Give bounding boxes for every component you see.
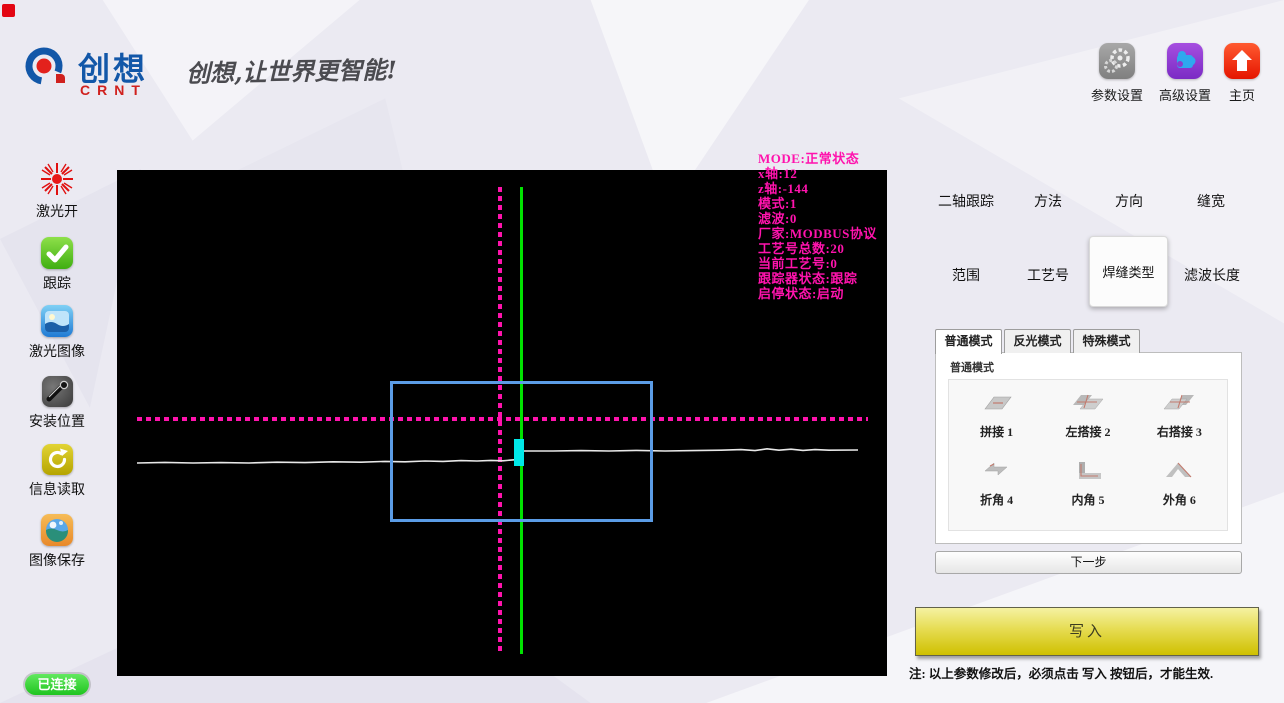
weld-type-box: 拼接 1 左搭接 2 右搭接 3 折角 4 内角 5 外角 6 <box>948 379 1228 531</box>
info-read-icon <box>41 444 73 475</box>
overlay-line: 跟踪器状态:跟踪 <box>758 271 858 286</box>
overlay-mode: MODE:正常状态 <box>758 151 860 166</box>
overlay-line: 厂家:MODBUS协议 <box>758 226 877 241</box>
sidebar-item-image-save[interactable]: 图像保存 <box>17 514 97 570</box>
sidebar-item-mount-position[interactable]: 安装位置 <box>17 376 97 431</box>
param-two-axis-tracking[interactable]: 二轴跟踪 <box>921 191 1011 211</box>
weld-type-left-lap[interactable]: 左搭接 2 <box>1042 390 1133 458</box>
weld-type-bend[interactable]: 折角 4 <box>951 458 1042 526</box>
weld-type-label: 内角 5 <box>1071 493 1105 507</box>
brand-logo <box>25 47 65 85</box>
connection-status-badge: 已连接 <box>25 674 89 695</box>
tab-special-mode[interactable]: 特殊模式 <box>1073 329 1140 353</box>
write-button[interactable]: 写入 <box>915 607 1259 656</box>
puzzle-icon <box>1167 43 1203 79</box>
inside-corner-icon <box>1078 462 1101 479</box>
butt-joint-icon <box>984 396 1012 410</box>
param-direction[interactable]: 方向 <box>1084 191 1174 211</box>
param-method[interactable]: 方法 <box>1003 191 1093 211</box>
recording-indicator <box>2 4 15 17</box>
brand-sub: CRNT <box>80 82 147 98</box>
param-process-number[interactable]: 工艺号 <box>1003 265 1093 285</box>
overlay-line: x轴:12 <box>758 166 798 181</box>
seam-feature-marker <box>514 439 524 466</box>
sidebar-label: 激光开 <box>36 203 78 219</box>
weld-type-label: 右搭接 3 <box>1156 425 1202 439</box>
mode-tab-bar: 普通模式 反光模式 特殊模式 <box>935 329 1142 354</box>
sidebar-item-info-read[interactable]: 信息读取 <box>17 444 97 499</box>
weld-type-label: 左搭接 2 <box>1065 425 1111 439</box>
sidebar-label: 激光图像 <box>29 343 85 359</box>
overlay-line: 滤波:0 <box>758 211 797 226</box>
right-lap-icon <box>1163 394 1195 410</box>
param-label: 焊缝类型 <box>1102 265 1155 280</box>
tab-reflective-mode[interactable]: 反光模式 <box>1004 329 1071 353</box>
laser-icon <box>39 161 75 197</box>
overlay-line: z轴:-144 <box>758 181 809 196</box>
write-note: 注: 以上参数修改后，必须点击 写入 按钮后，才能生效. <box>909 667 1214 681</box>
check-icon <box>41 237 73 269</box>
outside-corner-icon <box>1166 462 1192 478</box>
weld-type-label: 外角 6 <box>1162 493 1196 507</box>
sidebar-item-laser-image[interactable]: 激光图像 <box>17 305 97 361</box>
overlay-line: 启停状态:启动 <box>758 286 844 301</box>
nav-parameter-settings[interactable]: 参数设置 <box>1081 43 1153 104</box>
nav-label: 主页 <box>1228 88 1255 103</box>
tab-normal-mode[interactable]: 普通模式 <box>935 329 1002 354</box>
next-step-button[interactable]: 下一步 <box>935 551 1242 574</box>
status-overlay: MODE:正常状态 x轴:12 z轴:-144 模式:1 滤波:0 厂家:MOD… <box>758 151 898 301</box>
sidebar-label: 信息读取 <box>29 481 85 497</box>
param-seam-width[interactable]: 缝宽 <box>1166 191 1256 211</box>
weld-type-right-lap[interactable]: 右搭接 3 <box>1134 390 1225 458</box>
weld-type-inside-corner[interactable]: 内角 5 <box>1042 458 1133 526</box>
sidebar-item-tracking[interactable]: 跟踪 <box>17 237 97 293</box>
sidebar-label: 跟踪 <box>43 275 71 291</box>
left-lap-icon <box>1072 394 1104 410</box>
nav-label: 参数设置 <box>1090 88 1143 103</box>
image-save-icon <box>41 514 73 546</box>
nav-home[interactable]: 主页 <box>1206 43 1278 104</box>
param-weld-type-selected[interactable]: 焊缝类型 <box>1089 236 1168 307</box>
weld-type-outside-corner[interactable]: 外角 6 <box>1134 458 1225 526</box>
gear-icon <box>1099 43 1135 79</box>
param-filter-length[interactable]: 滤波长度 <box>1167 265 1257 285</box>
overlay-line: 工艺号总数:20 <box>758 241 845 256</box>
brand-slogan: 创想,让世界更智能! <box>185 55 398 88</box>
param-range[interactable]: 范围 <box>921 265 1011 285</box>
weld-type-butt-joint[interactable]: 拼接 1 <box>951 390 1042 458</box>
group-label: 普通模式 <box>950 362 994 374</box>
mount-position-icon <box>41 376 73 407</box>
laser-image-icon <box>41 305 73 337</box>
sidebar-label: 图像保存 <box>29 552 85 568</box>
bend-icon <box>983 462 1008 476</box>
overlay-line: 当前工艺号:0 <box>758 256 838 271</box>
sidebar-label: 安装位置 <box>29 413 85 429</box>
weld-type-label: 拼接 1 <box>980 425 1014 439</box>
sidebar-item-laser-on[interactable]: 激光开 <box>17 161 97 221</box>
weld-type-label: 折角 4 <box>980 493 1014 507</box>
overlay-line: 模式:1 <box>758 196 797 211</box>
home-icon <box>1224 43 1260 79</box>
